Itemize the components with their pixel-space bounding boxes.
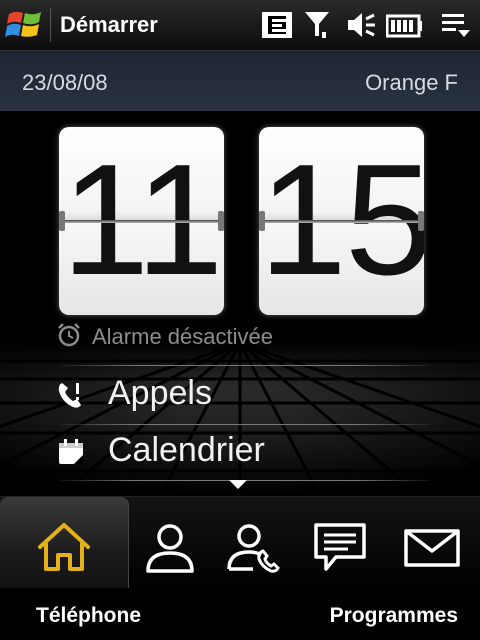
battery-icon[interactable]: [386, 10, 422, 40]
alarm-clock-icon: [58, 323, 80, 347]
clock-minutes-card[interactable]: 15: [259, 127, 424, 315]
phonebook-icon: [227, 524, 280, 573]
alarm-label: Alarme désactivée: [92, 324, 273, 349]
title-divider: [50, 8, 51, 42]
tab-contacts[interactable]: [122, 497, 218, 589]
contact-icon: [146, 524, 194, 573]
tab-phonebook[interactable]: [205, 497, 301, 589]
hinge: [259, 211, 265, 231]
expand-arrow-icon[interactable]: [229, 480, 247, 489]
softkey-bar: Téléphone Programmes: [0, 588, 480, 640]
info-bar: 23/08/08 Orange F: [0, 51, 480, 111]
home-icon: [38, 523, 90, 571]
email-icon: [404, 529, 460, 567]
flip-seam: [59, 220, 224, 223]
clock-hours-card[interactable]: 11: [59, 127, 224, 315]
operator-label: Orange F: [365, 70, 458, 95]
tab-home[interactable]: [0, 497, 129, 589]
softkey-left[interactable]: Téléphone: [36, 604, 141, 628]
hinge: [218, 211, 224, 231]
list-item-calls[interactable]: Appels: [56, 368, 436, 422]
call-history-icon: [58, 383, 81, 408]
windows-logo-icon[interactable]: [5, 8, 45, 42]
list-item-label: Calendrier: [108, 431, 265, 469]
tab-messages[interactable]: [292, 497, 388, 589]
signal-icon[interactable]: [302, 10, 332, 40]
start-menu-title[interactable]: Démarrer: [60, 12, 158, 38]
calendar-icon: [59, 439, 83, 464]
divider: [60, 365, 430, 366]
date-label[interactable]: 23/08/08: [22, 70, 108, 96]
list-item-calendar[interactable]: Calendrier: [56, 425, 436, 479]
volume-icon[interactable]: [344, 10, 378, 40]
flip-seam: [259, 220, 424, 223]
tab-bar: [0, 496, 480, 589]
hinge: [418, 211, 424, 231]
softkey-right[interactable]: Programmes: [330, 604, 458, 628]
status-bar: Démarrer: [0, 0, 480, 51]
tab-email[interactable]: [384, 497, 480, 589]
menu-icon[interactable]: [440, 10, 472, 40]
hinge: [59, 211, 65, 231]
list-item-label: Appels: [108, 374, 212, 412]
message-icon: [314, 523, 366, 571]
phone-status-icon[interactable]: [260, 10, 294, 40]
